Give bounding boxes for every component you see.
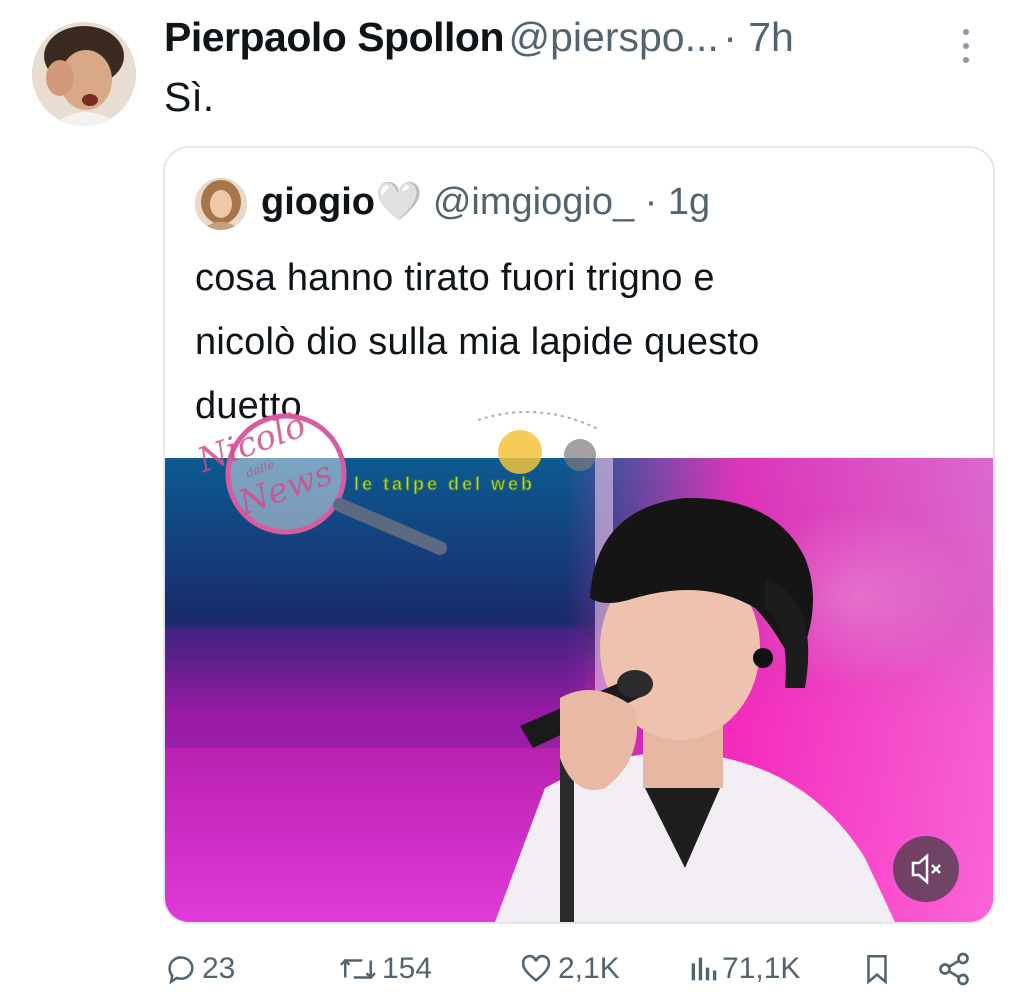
views-icon [691, 957, 717, 981]
bookmark-icon [867, 954, 887, 985]
quoted-text-line: nicolò dio sulla mia lapide questo [195, 321, 760, 363]
mute-icon [911, 853, 941, 885]
like-icon [521, 954, 551, 982]
author-avatar[interactable] [32, 22, 136, 126]
reply-count: 23 [202, 952, 236, 985]
mute-button[interactable] [893, 836, 959, 902]
views-count: 71,1K [722, 952, 801, 985]
tweet-header: Pierpaolo Spollon @pierspo... · 7h [164, 14, 984, 70]
share-button[interactable] [936, 944, 976, 994]
white-heart-icon: 🤍 [374, 181, 423, 223]
tweet-text: Sì. [164, 74, 215, 120]
views-button[interactable]: 71,1K [688, 944, 800, 994]
tweet-actions: 23 154 2,1K 71,1K [164, 944, 984, 994]
quoted-author-handle[interactable]: @imgiogio_ [433, 181, 634, 223]
quoted-text-line: cosa hanno tirato fuori trigno e [195, 257, 715, 299]
quoted-author-avatar[interactable] [195, 178, 247, 230]
bookmark-button[interactable] [860, 944, 898, 994]
reply-icon [168, 956, 194, 985]
quoted-time[interactable]: · 1g [645, 181, 710, 223]
repost-button[interactable]: 154 [338, 944, 432, 994]
like-count: 2,1K [558, 952, 620, 985]
repost-count: 154 [382, 952, 433, 985]
more-icon[interactable] [960, 26, 972, 66]
quoted-author-name[interactable]: giogio [261, 181, 375, 223]
repost-icon [340, 958, 376, 980]
tweet-time[interactable]: · 7h [723, 14, 794, 60]
quoted-header: giogio🤍 @imgiogio_ · 1g [261, 180, 710, 224]
like-button[interactable]: 2,1K [518, 944, 620, 994]
author-handle[interactable]: @pierspo... [508, 14, 718, 60]
quoted-text: cosa hanno tirato fuori trigno e nicolò … [195, 246, 975, 438]
quoted-text-line: duetto [195, 385, 302, 427]
quoted-tweet[interactable]: giogio🤍 @imgiogio_ · 1g cosa hanno tirat… [163, 146, 995, 924]
share-icon [939, 952, 969, 986]
author-name[interactable]: Pierpaolo Spollon [164, 14, 505, 60]
video-media[interactable] [165, 458, 993, 922]
reply-button[interactable]: 23 [164, 944, 235, 994]
